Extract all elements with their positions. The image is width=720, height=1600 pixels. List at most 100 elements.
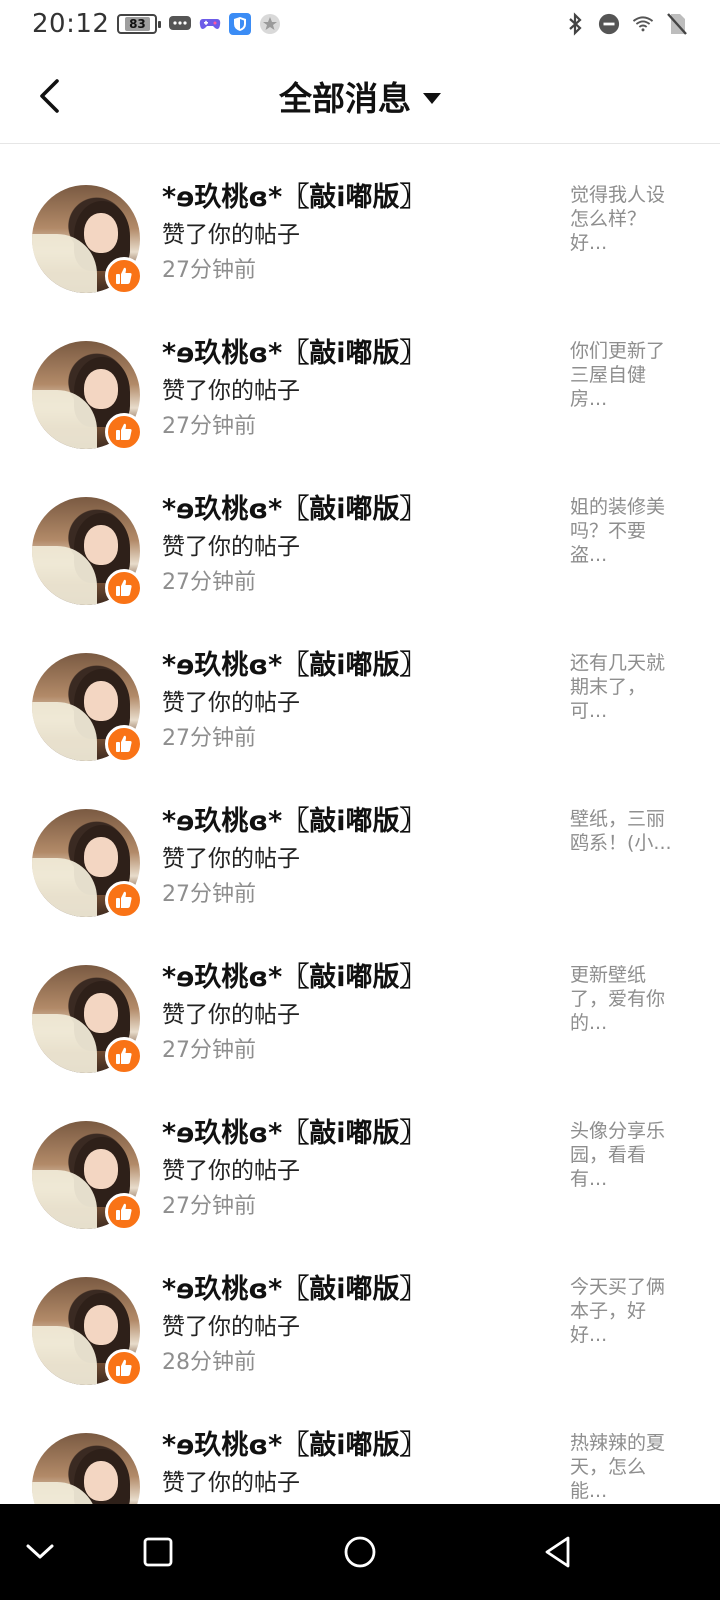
avatar-wrapper[interactable]	[32, 965, 143, 1075]
chat-bubble-icon	[169, 13, 192, 35]
user-name[interactable]: *ɘ玖桃ɞ*〖敲i嘟版〗	[162, 959, 552, 997]
avatar-wrapper[interactable]	[32, 185, 143, 295]
timestamp: 27分钟前	[162, 258, 256, 283]
do-not-disturb-icon	[598, 13, 620, 35]
thumbs-up-icon	[105, 1349, 143, 1387]
avatar-wrapper[interactable]	[32, 653, 143, 763]
post-preview[interactable]: 头像分享乐园，看看有...	[570, 1119, 680, 1191]
post-preview[interactable]: 觉得我人设怎么样？好...	[570, 183, 680, 255]
collapse-icon	[26, 1544, 54, 1559]
battery-icon: 83	[117, 14, 162, 34]
user-name[interactable]: *ɘ玖桃ɞ*〖敲i嘟版〗	[162, 491, 552, 529]
timestamp: 28分钟前	[162, 1350, 256, 1375]
user-name[interactable]: *ɘ玖桃ɞ*〖敲i嘟版〗	[162, 179, 552, 217]
thumbs-up-icon	[105, 1193, 143, 1231]
notification-item[interactable]: *ɘ玖桃ɞ*〖敲i嘟版〗赞了你的帖子 28分钟前 今天买了俩本子，好好...	[0, 1237, 720, 1393]
notification-item[interactable]: *ɘ玖桃ɞ*〖敲i嘟版〗 赞了你的帖子 热辣辣的夏天，怎么能...	[0, 1393, 720, 1505]
star-icon	[259, 13, 281, 35]
thumbs-up-icon	[105, 569, 143, 607]
avatar-wrapper[interactable]	[32, 1121, 143, 1231]
shield-app-icon	[229, 13, 252, 35]
action-text: 赞了你的帖子	[162, 690, 300, 716]
notification-item[interactable]: *ɘ玖桃ɞ*〖敲i嘟版〗赞了你的帖子 27分钟前 姐的装修美吗？不要盗...	[0, 457, 720, 613]
action-text: 赞了你的帖子	[162, 1470, 300, 1496]
user-name[interactable]: *ɘ玖桃ɞ*〖敲i嘟版〗	[162, 1271, 552, 1309]
action-text: 赞了你的帖子	[162, 1158, 300, 1184]
thumbs-up-icon	[105, 413, 143, 451]
user-name[interactable]: *ɘ玖桃ɞ*〖敲i嘟版〗	[162, 1427, 552, 1465]
notification-item[interactable]: *ɘ玖桃ɞ*〖敲i嘟版〗 赞了你的帖子 27分钟前 壁纸，三丽鸥系！(小...	[0, 769, 720, 925]
action-text: 赞了你的帖子	[162, 222, 300, 248]
avatar[interactable]	[32, 1433, 140, 1505]
action-text: 赞了你的帖子	[162, 1002, 300, 1028]
notification-text: *ɘ玖桃ɞ*〖敲i嘟版〗赞了你的帖子 27分钟前	[162, 179, 552, 289]
avatar-face	[84, 525, 118, 565]
user-name[interactable]: *ɘ玖桃ɞ*〖敲i嘟版〗	[162, 1115, 552, 1153]
action-text: 赞了你的帖子	[162, 378, 300, 404]
avatar-face	[84, 369, 118, 409]
timestamp: 27分钟前	[162, 1194, 256, 1219]
user-name[interactable]: *ɘ玖桃ɞ*〖敲i嘟版〗	[162, 803, 552, 841]
avatar-wrapper[interactable]	[32, 809, 143, 919]
avatar-face	[84, 213, 118, 253]
notification-item[interactable]: *ɘ玖桃ɞ*〖敲i嘟版〗赞了你的帖子 27分钟前 觉得我人设怎么样？好...	[0, 145, 720, 301]
post-preview[interactable]: 壁纸，三丽鸥系！(小...	[570, 807, 680, 855]
header: 全部消息	[0, 48, 720, 144]
recents-button[interactable]	[136, 1530, 180, 1574]
notification-text: *ɘ玖桃ɞ*〖敲i嘟版〗赞了你的帖子 27分钟前	[162, 647, 552, 757]
notification-text: *ɘ玖桃ɞ*〖敲i嘟版〗赞了你的帖子 27分钟前	[162, 491, 552, 601]
avatar-face	[84, 1305, 118, 1345]
notification-text: *ɘ玖桃ɞ*〖敲i嘟版〗赞了你的帖子 27分钟前	[162, 959, 552, 1069]
notification-text: *ɘ玖桃ɞ*〖敲i嘟版〗赞了你的帖子 27分钟前	[162, 1115, 552, 1225]
avatar-face	[84, 837, 118, 877]
user-name[interactable]: *ɘ玖桃ɞ*〖敲i嘟版〗	[162, 647, 552, 685]
notification-item[interactable]: *ɘ玖桃ɞ*〖敲i嘟版〗赞了你的帖子 27分钟前 头像分享乐园，看看有...	[0, 1081, 720, 1237]
timestamp: 27分钟前	[162, 1038, 256, 1063]
thumbs-up-icon	[105, 1037, 143, 1075]
avatar-face	[84, 993, 118, 1033]
post-preview[interactable]: 姐的装修美吗？不要盗...	[570, 495, 680, 567]
home-icon	[344, 1536, 376, 1568]
avatar-wrapper[interactable]	[32, 1433, 140, 1505]
post-preview[interactable]: 你们更新了三屋自健房...	[570, 339, 680, 411]
wifi-icon	[632, 13, 654, 35]
avatar-face	[84, 681, 118, 721]
timestamp: 27分钟前	[162, 726, 256, 751]
battery-level: 83	[125, 17, 150, 31]
back-nav-button[interactable]	[536, 1530, 580, 1574]
status-time: 20:12	[32, 9, 110, 39]
notification-list[interactable]: *ɘ玖桃ɞ*〖敲i嘟版〗 赞了你的帖子 27分钟前 觉得我人设怎么样？好... *ɘ玖桃…	[0, 145, 720, 1505]
thumbs-up-icon	[105, 257, 143, 295]
avatar-wrapper[interactable]	[32, 341, 143, 451]
post-preview[interactable]: 热辣辣的夏天，怎么能...	[570, 1431, 680, 1503]
avatar-face	[84, 1461, 118, 1501]
back-icon	[545, 1536, 570, 1568]
status-bar: 20:12 83	[0, 0, 720, 48]
action-text: 赞了你的帖子	[162, 534, 300, 560]
timestamp: 27分钟前	[162, 570, 256, 595]
title-dropdown[interactable]: 全部消息	[0, 72, 720, 120]
timestamp: 27分钟前	[162, 414, 256, 439]
notification-text: *ɘ玖桃ɞ*〖敲i嘟版〗赞了你的帖子 27分钟前	[162, 335, 552, 445]
post-preview[interactable]: 还有几天就期末了，可...	[570, 651, 680, 723]
no-sim-icon	[666, 13, 688, 35]
thumbs-up-icon	[105, 725, 143, 763]
system-nav-bar	[0, 1504, 720, 1600]
caret-down-icon	[423, 92, 441, 104]
recents-icon	[143, 1537, 173, 1567]
action-text: 赞了你的帖子	[162, 1314, 300, 1340]
notification-item[interactable]: *ɘ玖桃ɞ*〖敲i嘟版〗赞了你的帖子 27分钟前 更新壁纸了，爱有你的...	[0, 925, 720, 1081]
user-name[interactable]: *ɘ玖桃ɞ*〖敲i嘟版〗	[162, 335, 552, 373]
notification-text: *ɘ玖桃ɞ*〖敲i嘟版〗赞了你的帖子	[162, 1427, 552, 1501]
notification-item[interactable]: *ɘ玖桃ɞ*〖敲i嘟版〗赞了你的帖子 27分钟前 你们更新了三屋自健房...	[0, 301, 720, 457]
page-title: 全部消息	[279, 79, 411, 118]
bluetooth-icon	[564, 12, 586, 36]
home-button[interactable]	[338, 1530, 382, 1574]
post-preview[interactable]: 更新壁纸了，爱有你的...	[570, 963, 680, 1035]
notification-item[interactable]: *ɘ玖桃ɞ*〖敲i嘟版〗赞了你的帖子 27分钟前 还有几天就期末了，可...	[0, 613, 720, 769]
avatar-wrapper[interactable]	[32, 1277, 143, 1387]
timestamp: 27分钟前	[162, 882, 256, 907]
avatar-wrapper[interactable]	[32, 497, 143, 607]
post-preview[interactable]: 今天买了俩本子，好好...	[570, 1275, 680, 1347]
collapse-button[interactable]	[18, 1530, 62, 1574]
